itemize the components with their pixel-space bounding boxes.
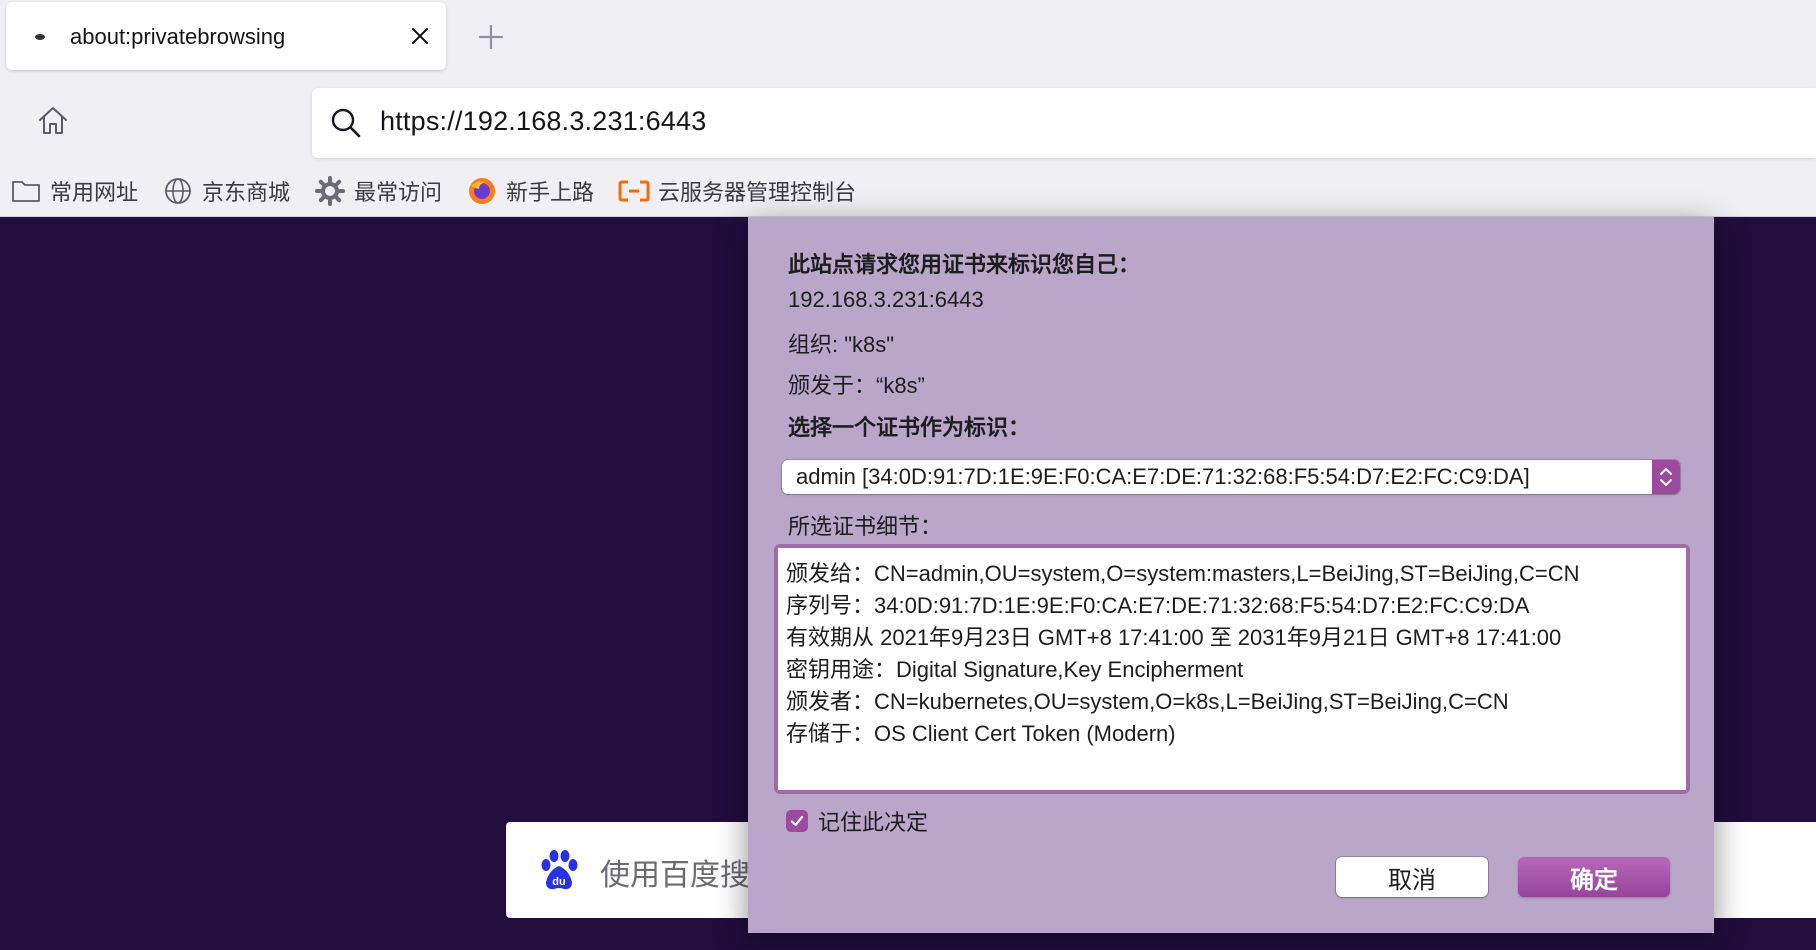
remember-label: 记住此决定	[818, 810, 929, 835]
tab-title: about:privatebrowsing	[70, 24, 286, 49]
bookmark-most-visited[interactable]: 最常访问	[314, 174, 442, 208]
bookmark-label: 京东商城	[202, 180, 291, 205]
bookmark-label: 云服务器管理控制台	[658, 180, 857, 205]
search-placeholder: 使用百度搜	[600, 859, 750, 892]
bookmark-label: 常用网址	[50, 180, 139, 205]
remember-decision-row[interactable]: 记住此决定	[786, 806, 928, 836]
certificate-details-frame: 颁发给：CN=admin,OU=system,O=system:masters,…	[774, 544, 1690, 794]
select-arrows-icon[interactable]	[1652, 460, 1680, 494]
gear-icon	[314, 175, 346, 207]
bookmarks-toolbar: 常用网址 京东商城 最常访问 新手上路 云服务器管理控制台	[0, 166, 1816, 216]
bookmark-getting-started[interactable]: 新手上路	[466, 174, 594, 208]
detail-validity: 有效期从 2021年9月23日 GMT+8 17:41:00 至 2031年9月…	[786, 625, 1562, 650]
bookmark-label: 最常访问	[354, 180, 443, 205]
host-text: 192.168.3.231:6443	[788, 287, 984, 312]
tab-strip: about:privatebrowsing	[0, 0, 1816, 80]
private-mask-icon	[35, 34, 45, 40]
organization-text: 组织: "k8s"	[788, 332, 895, 357]
firefox-icon	[466, 175, 498, 207]
baidu-paw-icon: du	[541, 850, 578, 890]
dialog-heading: 此站点请求您用证书来标识您自己：	[788, 252, 1141, 277]
cancel-button[interactable]: 取消	[1336, 857, 1488, 897]
home-icon[interactable]	[32, 100, 74, 142]
ok-button[interactable]: 确定	[1518, 857, 1670, 897]
globe-icon	[162, 175, 194, 207]
navigation-bar: https://192.168.3.231:6443	[0, 80, 1816, 166]
certificate-select[interactable]: admin [34:0D:91:7D:1E:9E:F0:CA:E7:DE:71:…	[782, 460, 1680, 494]
browser-chrome: about:privatebrowsing https://192.168.3.…	[0, 0, 1816, 217]
choose-certificate-label: 选择一个证书作为标识：	[788, 415, 1031, 440]
bookmark-label: 新手上路	[506, 180, 595, 205]
close-icon[interactable]	[406, 22, 434, 50]
bookmark-jd[interactable]: 京东商城	[162, 174, 290, 208]
client-certificate-dialog: 此站点请求您用证书来标识您自己： 192.168.3.231:6443 组织: …	[748, 217, 1714, 933]
selected-certificate: admin [34:0D:91:7D:1E:9E:F0:CA:E7:DE:71:…	[796, 464, 1530, 489]
certificate-details-label: 所选证书细节：	[788, 514, 943, 539]
search-icon	[331, 108, 361, 138]
detail-key-usage: 密钥用途：Digital Signature,Key Encipherment	[786, 657, 1244, 682]
detail-serial-number: 序列号：34:0D:91:7D:1E:9E:F0:CA:E7:DE:71:32:…	[786, 593, 1530, 618]
remember-checkbox[interactable]	[786, 810, 808, 832]
url-text[interactable]: https://192.168.3.231:6443	[380, 106, 706, 137]
bookmark-common-sites[interactable]: 常用网址	[10, 174, 138, 208]
tab-private-browsing[interactable]: about:privatebrowsing	[6, 2, 446, 70]
detail-issued-to: 颁发给：CN=admin,OU=system,O=system:masters,…	[786, 561, 1580, 586]
url-bar[interactable]: https://192.168.3.231:6443	[312, 88, 1816, 158]
issued-under-text: 颁发于：“k8s”	[788, 373, 925, 398]
detail-stored-in: 存储于：OS Client Cert Token (Modern)	[786, 721, 1176, 746]
bookmark-cloud-console[interactable]: 云服务器管理控制台	[618, 174, 856, 208]
svg-text:du: du	[552, 876, 565, 888]
aliyun-icon	[618, 175, 650, 207]
detail-issuer: 颁发者：CN=kubernetes,OU=system,O=k8s,L=BeiJ…	[786, 689, 1509, 714]
folder-icon	[10, 175, 42, 207]
checkmark-icon	[790, 815, 804, 827]
certificate-details-box[interactable]: 颁发给：CN=admin,OU=system,O=system:masters,…	[778, 548, 1686, 790]
new-tab-plus-icon[interactable]	[474, 20, 508, 54]
